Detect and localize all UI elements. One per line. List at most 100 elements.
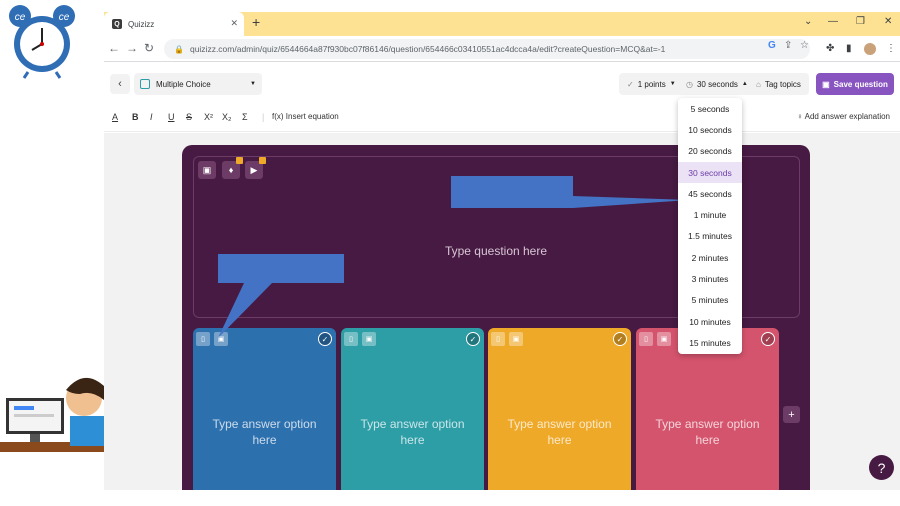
premium-badge-icon	[259, 157, 266, 164]
forward-arrow-icon[interactable]: →	[126, 41, 138, 55]
strikethrough-button[interactable]: S	[186, 112, 192, 122]
chevron-down-icon[interactable]: ⌄	[804, 16, 812, 27]
extensions-puzzle-icon[interactable]: ✤	[826, 43, 834, 54]
browser-address-bar: ← → ↻ 🔒 quizizz.com/admin/quiz/6544664a8…	[104, 36, 900, 62]
mark-correct-icon[interactable]: ✓	[761, 332, 775, 346]
sigma-button[interactable]: Σ	[242, 112, 248, 122]
delete-icon[interactable]: ▯	[196, 332, 210, 346]
profile-avatar[interactable]	[864, 43, 876, 55]
answer-option-2[interactable]: ▯ ▣ ✓ Type answer option here	[341, 328, 484, 490]
side-panel-icon[interactable]: ▮	[846, 43, 852, 54]
clock-icon: ◷	[686, 79, 693, 89]
share-icon[interactable]: ⇪	[784, 40, 792, 51]
tag-topics-button[interactable]: ⌂ Tag topics	[748, 73, 809, 95]
person-at-computer-illustration	[0, 377, 106, 452]
answer-option-placeholder[interactable]: Type answer option here	[351, 416, 474, 448]
save-label: Save question	[833, 79, 888, 89]
restore-icon[interactable]: ❐	[856, 16, 865, 27]
browser-tab-bar: Q Quizizz ✕ + ⌄ — ❐ ✕	[104, 12, 900, 36]
insert-equation-label: Insert equation	[285, 112, 339, 121]
question-placeholder[interactable]: Type question here	[380, 244, 612, 258]
time-option[interactable]: 10 minutes	[678, 311, 742, 332]
time-label: 30 seconds	[696, 79, 738, 89]
bold-button[interactable]: B	[132, 112, 139, 122]
mark-correct-icon[interactable]: ✓	[318, 332, 332, 346]
alarm-clock-logo: ce ce	[9, 5, 75, 79]
answer-option-1[interactable]: ▯ ▣ ✓ Type answer option here	[193, 328, 336, 490]
time-dropdown-menu: 5 seconds 10 seconds 20 seconds 30 secon…	[678, 98, 742, 354]
time-option[interactable]: 15 minutes	[678, 332, 742, 353]
caret-down-icon: ▼	[250, 81, 256, 87]
close-window-icon[interactable]: ✕	[884, 16, 892, 27]
lock-icon: 🔒	[174, 44, 184, 54]
time-option[interactable]: 2 minutes	[678, 247, 742, 268]
time-option[interactable]: 1 minute	[678, 204, 742, 225]
italic-button[interactable]: I	[150, 112, 153, 122]
url-field[interactable]: 🔒 quizizz.com/admin/quiz/6544664a87f930b…	[164, 39, 810, 59]
points-label: 1 points	[637, 79, 666, 89]
delete-icon[interactable]: ▯	[639, 332, 653, 346]
delete-icon[interactable]: ▯	[491, 332, 505, 346]
image-icon[interactable]: ▣	[657, 332, 671, 346]
question-type-label: Multiple Choice	[156, 79, 211, 89]
bookmark-star-icon[interactable]: ☆	[800, 40, 809, 51]
divider: |	[262, 112, 265, 122]
browser-tab[interactable]: Q Quizizz ✕	[104, 12, 244, 36]
save-icon: ▣	[822, 79, 830, 89]
mark-correct-icon[interactable]: ✓	[466, 332, 480, 346]
time-option[interactable]: 1.5 minutes	[678, 226, 742, 247]
points-select[interactable]: ✓ 1 points ▼	[619, 73, 684, 95]
image-icon[interactable]: ▣	[214, 332, 228, 346]
time-option[interactable]: 45 seconds	[678, 183, 742, 204]
url-text: quizizz.com/admin/quiz/6544664a87f930bc0…	[189, 44, 666, 54]
tag-topics-label: Tag topics	[764, 79, 801, 89]
time-option[interactable]: 10 seconds	[678, 119, 742, 140]
time-option[interactable]: 20 seconds	[678, 141, 742, 162]
subscript-button[interactable]: X₂	[222, 112, 232, 122]
save-question-button[interactable]: ▣ Save question	[816, 73, 894, 95]
check-icon: ✓	[627, 79, 634, 89]
premium-badge-icon	[236, 157, 243, 164]
delete-icon[interactable]: ▯	[344, 332, 358, 346]
time-option-selected[interactable]: 30 seconds	[678, 161, 742, 184]
svg-text:ce: ce	[15, 12, 26, 23]
question-type-select[interactable]: Multiple Choice ▼	[134, 73, 262, 95]
svg-text:ce: ce	[59, 12, 70, 23]
time-option[interactable]: 3 minutes	[678, 268, 742, 289]
reload-icon[interactable]: ↻	[144, 41, 154, 55]
text-color-button[interactable]: A	[112, 112, 118, 122]
editor-toolbar: ‹ Multiple Choice ▼ ✓ 1 points ▼ ◷ 30 se…	[104, 66, 900, 102]
image-icon[interactable]: ▣	[509, 332, 523, 346]
answer-option-placeholder[interactable]: Type answer option here	[646, 416, 769, 448]
back-button[interactable]: ‹	[110, 74, 130, 94]
insert-equation-button[interactable]: f(x) Insert equation	[272, 112, 339, 121]
underline-button[interactable]: U	[168, 112, 175, 122]
image-icon[interactable]: ▣	[198, 161, 216, 179]
add-answer-explanation-button[interactable]: ♀ Add answer explanation	[797, 112, 890, 121]
close-tab-icon[interactable]: ✕	[230, 18, 238, 29]
time-option[interactable]: 5 minutes	[678, 290, 742, 311]
answer-option-3[interactable]: ▯ ▣ ✓ Type answer option here	[488, 328, 631, 490]
caret-down-icon: ▼	[669, 81, 676, 87]
answer-option-placeholder[interactable]: Type answer option here	[498, 416, 621, 448]
time-option[interactable]: 5 seconds	[678, 98, 742, 119]
function-icon: f(x)	[272, 112, 284, 121]
time-select[interactable]: ◷ 30 seconds ▲	[678, 73, 756, 95]
answer-option-placeholder[interactable]: Type answer option here	[203, 416, 326, 448]
superscript-button[interactable]: X²	[204, 112, 213, 122]
help-button[interactable]: ?	[869, 455, 894, 480]
screen: ce ce Q Quizizz ✕ + ⌄ — ❐ ✕ ← → ↻ 🔒 quiz…	[0, 0, 900, 506]
new-tab-icon[interactable]: +	[252, 14, 260, 30]
lightbulb-icon: ♀	[796, 112, 803, 121]
add-explanation-label: Add answer explanation	[804, 112, 890, 121]
image-icon[interactable]: ▣	[362, 332, 376, 346]
tag-icon: ⌂	[756, 79, 761, 89]
more-menu-icon[interactable]: ⋮	[886, 43, 896, 54]
minimize-icon[interactable]: —	[828, 16, 838, 27]
add-option-button[interactable]: +	[783, 406, 800, 423]
formatting-toolbar: A B I U S X² X₂ Σ | f(x) Insert equation…	[104, 104, 900, 132]
back-arrow-icon[interactable]: ←	[108, 41, 120, 55]
mark-correct-icon[interactable]: ✓	[613, 332, 627, 346]
checkbox-list-icon	[140, 79, 150, 89]
google-icon[interactable]: G	[768, 40, 776, 51]
